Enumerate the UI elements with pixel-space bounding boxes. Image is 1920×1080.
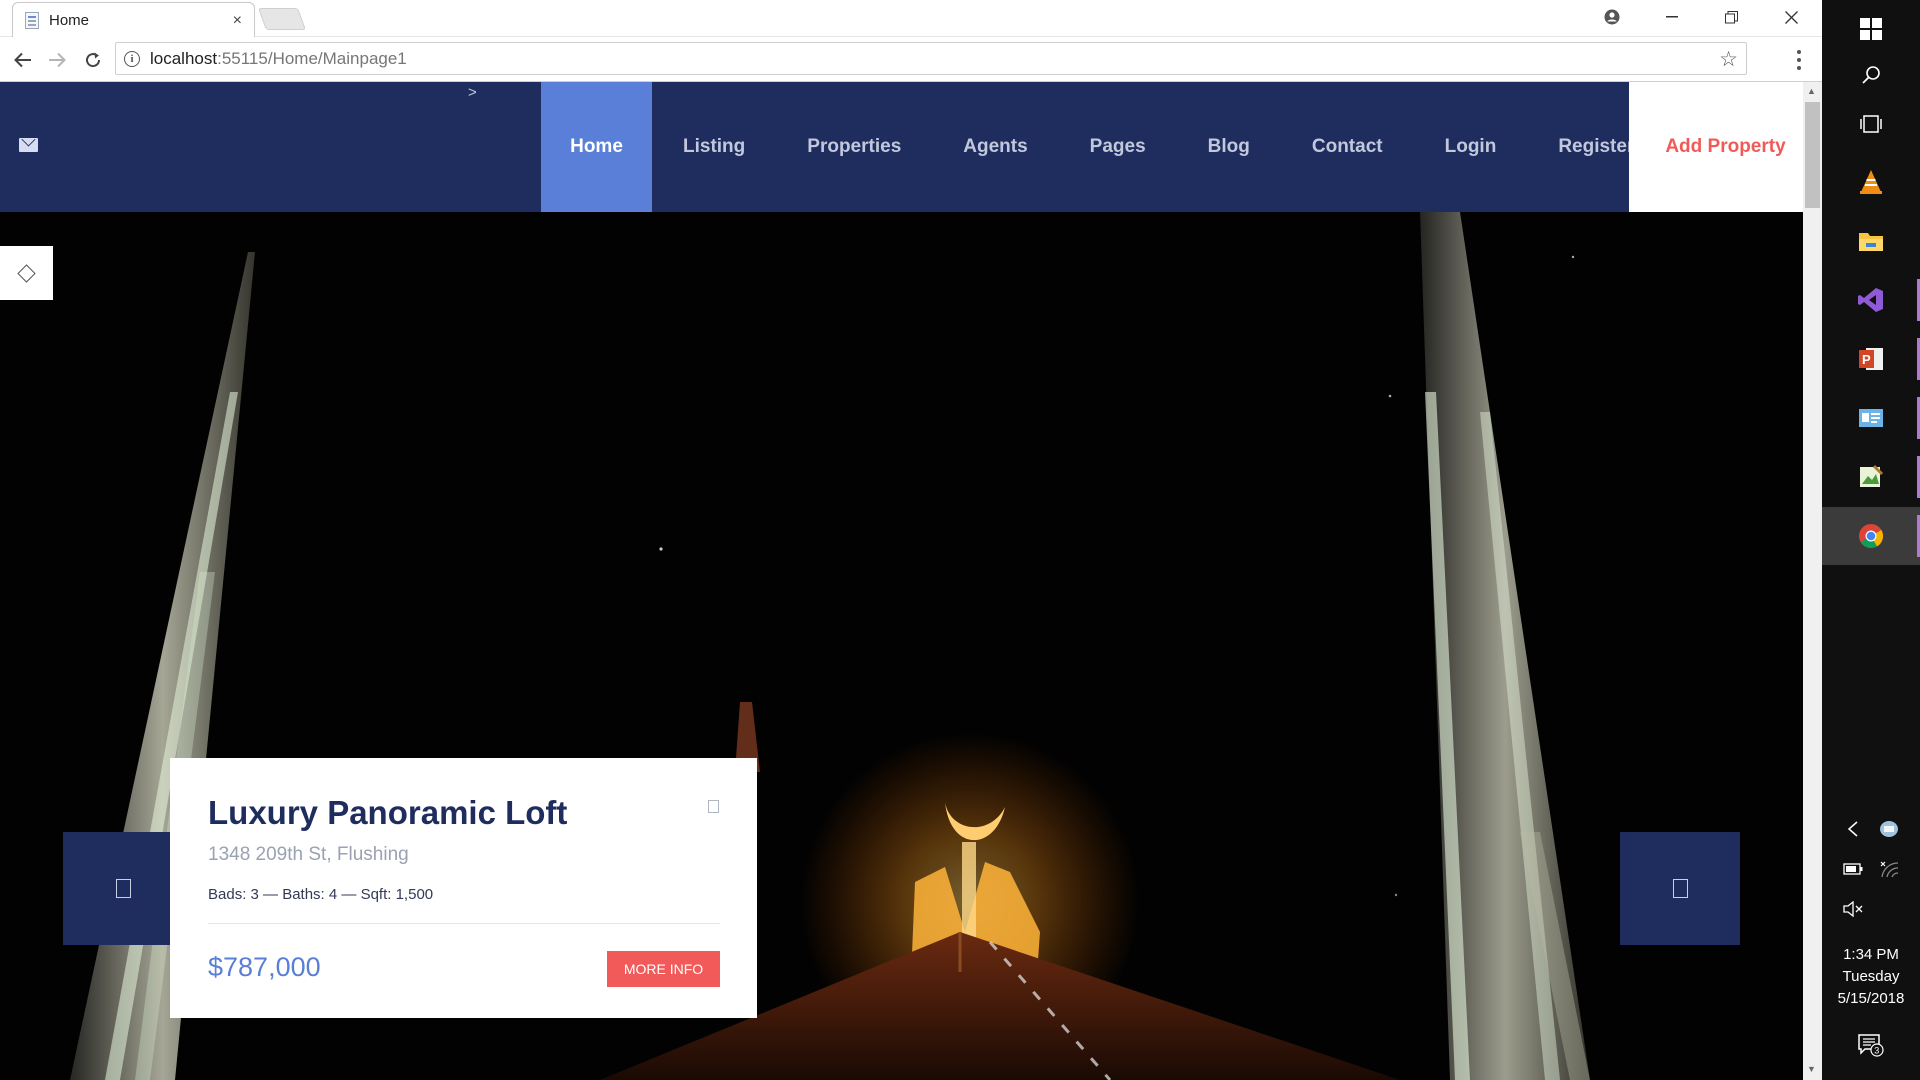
prev-arrow-icon	[115, 879, 131, 898]
browser-tab-strip: Home ×	[0, 0, 1822, 38]
property-title[interactable]: Luxury Panoramic Loft	[208, 794, 720, 832]
diamond-icon	[17, 263, 36, 283]
scroll-up-icon[interactable]: ▲	[1807, 86, 1816, 96]
property-price: $787,000	[208, 952, 321, 982]
scroll-down-icon[interactable]: ▼	[1807, 1064, 1816, 1074]
bookmark-icon[interactable]	[708, 800, 719, 813]
card-divider	[208, 923, 720, 924]
system-info-icon[interactable]	[1822, 389, 1920, 447]
vlc-icon[interactable]	[1822, 153, 1920, 211]
screen: Home × i localhost:55115/Home/Mainpage1…	[0, 0, 1920, 1080]
slider-next-button[interactable]	[1620, 832, 1740, 945]
visual-studio-icon[interactable]	[1822, 271, 1920, 329]
url-host: localhost	[150, 48, 218, 68]
minimize-icon[interactable]	[1643, 0, 1701, 34]
profile-icon[interactable]	[1583, 0, 1641, 34]
reload-icon[interactable]	[78, 45, 108, 75]
svg-text:P: P	[1862, 352, 1871, 367]
add-property-button[interactable]: Add Property	[1629, 82, 1822, 212]
property-card: Luxury Panoramic Loft 1348 209th St, Flu…	[170, 758, 757, 1018]
new-tab-button[interactable]	[257, 8, 307, 30]
restore-icon[interactable]	[1702, 0, 1760, 34]
address-bar[interactable]: i localhost:55115/Home/Mainpage1 ☆	[115, 42, 1747, 75]
nav-pages[interactable]: Pages	[1059, 82, 1177, 212]
action-center-icon[interactable]: 3	[1822, 1016, 1920, 1074]
chrome-icon[interactable]	[1822, 507, 1920, 565]
clock-day: Tuesday	[1842, 968, 1900, 985]
chevron-right-icon[interactable]: >	[468, 84, 477, 101]
url-path: :55115/Home/Mainpage1	[217, 48, 407, 68]
tab-title: Home	[49, 12, 90, 29]
nav-home[interactable]: Home	[541, 82, 652, 212]
side-settings-button[interactable]	[0, 246, 53, 300]
hero-slider: Luxury Panoramic Loft 1348 209th St, Flu…	[0, 212, 1803, 1080]
nav-login[interactable]: Login	[1414, 82, 1528, 212]
nav-listing[interactable]: Listing	[652, 82, 776, 212]
site-info-icon[interactable]: i	[124, 50, 140, 67]
image-editor-icon[interactable]	[1822, 448, 1920, 506]
site-header: > Home Listing Properties Agents Pages B…	[0, 82, 1822, 212]
volume-muted-icon[interactable]	[1804, 880, 1902, 938]
windows-taskbar: P 1:34 PM Tuesday 5/15/2018 3	[1822, 0, 1920, 1080]
powerpoint-icon[interactable]: P	[1822, 330, 1920, 388]
nav-agents[interactable]: Agents	[932, 82, 1058, 212]
page-favicon-icon	[25, 12, 39, 29]
forward-arrow-icon[interactable]	[42, 45, 72, 75]
nav-blog[interactable]: Blog	[1177, 82, 1281, 212]
property-specs: Bads: 3 — Baths: 4 — Sqft: 1,500	[208, 886, 434, 903]
clock-time: 1:34 PM	[1843, 946, 1899, 963]
close-window-icon[interactable]	[1762, 0, 1820, 34]
property-address: 1348 209th St, Flushing	[208, 844, 409, 865]
next-arrow-icon	[1672, 879, 1688, 898]
file-explorer-icon[interactable]	[1822, 212, 1920, 270]
clock-date: 5/15/2018	[1837, 990, 1905, 1007]
bookmark-star-icon[interactable]: ☆	[1719, 47, 1738, 72]
slider-prev-button[interactable]	[63, 832, 183, 945]
browser-toolbar: i localhost:55115/Home/Mainpage1 ☆	[0, 37, 1822, 82]
more-info-button[interactable]: MORE INFO	[607, 951, 720, 987]
envelope-icon[interactable]	[19, 138, 38, 152]
notification-count: 3	[1874, 1046, 1879, 1056]
nav-contact[interactable]: Contact	[1281, 82, 1414, 212]
back-arrow-icon[interactable]	[8, 45, 38, 75]
browser-tab[interactable]: Home ×	[12, 2, 255, 38]
task-view-icon[interactable]	[1822, 95, 1920, 153]
scroll-thumb[interactable]	[1805, 102, 1820, 208]
main-nav: Home Listing Properties Agents Pages Blo…	[541, 82, 1665, 212]
nav-properties[interactable]: Properties	[776, 82, 932, 212]
system-clock[interactable]: 1:34 PM Tuesday 5/15/2018	[1822, 944, 1920, 1010]
browser-menu-icon[interactable]	[1789, 47, 1809, 73]
tab-close-icon[interactable]: ×	[233, 12, 242, 30]
